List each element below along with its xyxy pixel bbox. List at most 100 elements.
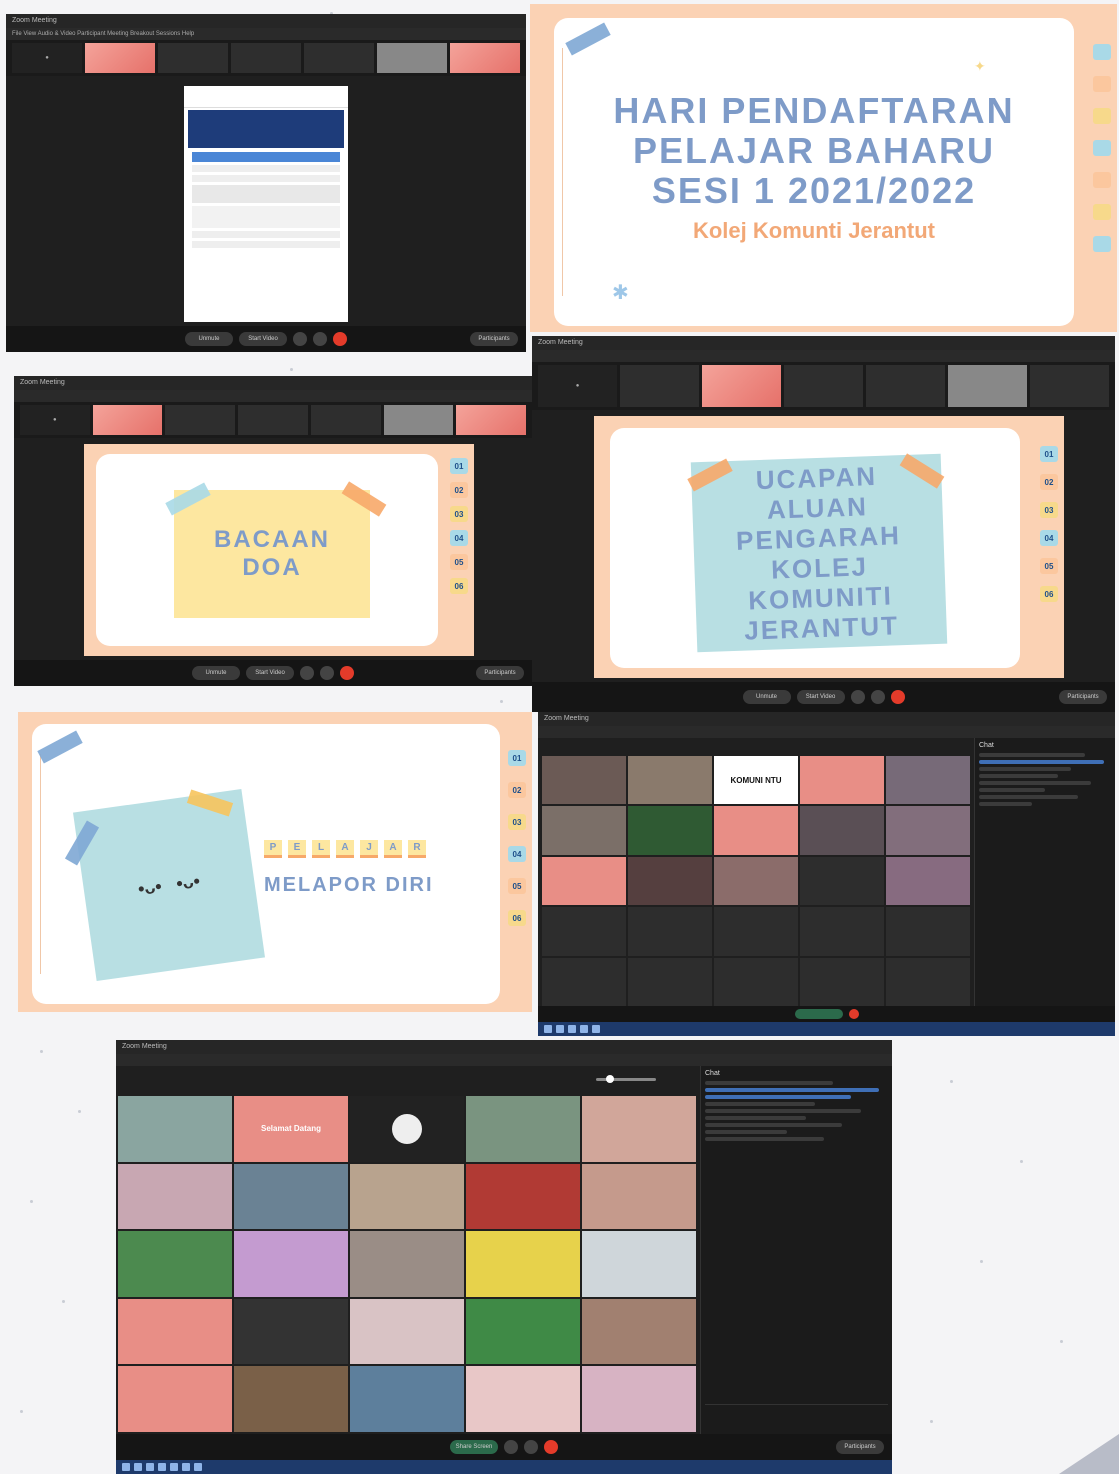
tab-01[interactable]: 01 — [1040, 446, 1058, 462]
participant-thumb[interactable] — [238, 405, 308, 435]
video-tile[interactable] — [350, 1163, 464, 1230]
participant-thumb[interactable] — [456, 405, 527, 435]
tab-03[interactable]: 03 — [1040, 502, 1058, 518]
video-tile[interactable] — [800, 806, 884, 855]
tab-02[interactable]: 02 — [508, 782, 526, 798]
app-icon[interactable] — [158, 1463, 166, 1471]
video-tile[interactable] — [234, 1231, 348, 1297]
tab-01[interactable]: 01 — [508, 750, 526, 766]
video-tile[interactable] — [118, 1366, 232, 1432]
video-tile[interactable]: KOMUNI NTU — [714, 756, 798, 805]
participant-thumb[interactable] — [158, 43, 228, 73]
participants-button[interactable]: Participants — [1059, 690, 1107, 704]
video-tile[interactable] — [582, 1231, 696, 1297]
app-icon[interactable] — [592, 1025, 600, 1033]
video-tile[interactable] — [714, 957, 798, 1006]
share-screen-button[interactable] — [794, 1009, 843, 1019]
more-icon[interactable] — [320, 666, 334, 680]
app-icon[interactable] — [568, 1025, 576, 1033]
video-tile[interactable] — [542, 806, 626, 855]
start-video-button[interactable]: Start Video — [796, 690, 845, 704]
video-tile[interactable] — [234, 1163, 348, 1230]
tab-04[interactable]: 04 — [450, 530, 468, 546]
participant-thumb[interactable] — [1030, 365, 1109, 407]
start-icon[interactable] — [122, 1463, 130, 1471]
app-icon[interactable] — [580, 1025, 588, 1033]
video-tile[interactable] — [350, 1096, 464, 1162]
tab-06[interactable]: 06 — [508, 910, 526, 926]
video-tile[interactable] — [118, 1096, 232, 1162]
tab-03[interactable]: 03 — [508, 814, 526, 830]
participant-thumb[interactable]: ● — [538, 365, 617, 407]
participant-thumb[interactable] — [620, 365, 699, 407]
participant-thumb[interactable] — [304, 43, 374, 73]
video-tile[interactable] — [234, 1366, 348, 1432]
end-call-icon[interactable] — [340, 666, 354, 680]
video-tile[interactable] — [466, 1163, 580, 1230]
tab-04[interactable]: 04 — [1040, 530, 1058, 546]
participant-thumb[interactable]: ● — [12, 43, 82, 73]
video-tile[interactable] — [886, 907, 970, 956]
tab-01[interactable]: 01 — [450, 458, 468, 474]
video-tile[interactable] — [466, 1298, 580, 1365]
video-tile[interactable] — [628, 957, 712, 1006]
chat-input[interactable] — [705, 1404, 888, 1428]
tab-04[interactable]: 04 — [508, 846, 526, 862]
unmute-button[interactable]: Unmute — [742, 690, 791, 704]
video-tile[interactable] — [542, 957, 626, 1006]
unmute-button[interactable]: Unmute — [185, 332, 233, 346]
tab-02[interactable]: 02 — [1040, 474, 1058, 490]
tab-06[interactable]: 06 — [450, 578, 468, 594]
gallery-size-slider[interactable] — [596, 1075, 656, 1083]
app-icon[interactable] — [170, 1463, 178, 1471]
participant-thumb[interactable] — [866, 365, 945, 407]
tab-06[interactable]: 06 — [1040, 586, 1058, 602]
video-tile[interactable] — [118, 1163, 232, 1230]
video-tile[interactable] — [582, 1298, 696, 1365]
participant-thumb[interactable] — [377, 43, 447, 73]
video-tile[interactable] — [466, 1231, 580, 1297]
reaction-icon[interactable] — [850, 690, 865, 704]
video-tile[interactable] — [350, 1231, 464, 1297]
participant-thumb[interactable] — [702, 365, 781, 407]
end-call-icon[interactable] — [333, 332, 347, 346]
unmute-button[interactable]: Unmute — [192, 666, 240, 680]
video-tile[interactable] — [800, 756, 884, 805]
tab-05[interactable]: 05 — [508, 878, 526, 894]
video-tile[interactable] — [628, 907, 712, 956]
app-icon[interactable] — [182, 1463, 190, 1471]
video-tile[interactable] — [886, 957, 970, 1006]
video-tile[interactable] — [628, 856, 712, 906]
video-tile[interactable] — [542, 756, 626, 805]
video-tile[interactable] — [466, 1096, 580, 1162]
video-tile[interactable] — [714, 907, 798, 956]
tab-02[interactable]: 02 — [450, 482, 468, 498]
app-icon[interactable] — [134, 1463, 142, 1471]
participants-button[interactable]: Participants — [476, 666, 524, 680]
video-tile[interactable] — [542, 856, 626, 906]
app-icon[interactable] — [146, 1463, 154, 1471]
end-call-icon[interactable] — [848, 1009, 859, 1019]
video-tile[interactable] — [886, 806, 970, 855]
video-tile[interactable] — [714, 856, 798, 906]
tab-03[interactable]: 03 — [450, 506, 468, 522]
participants-button[interactable]: Participants — [836, 1440, 884, 1454]
start-video-button[interactable]: Start Video — [239, 332, 287, 346]
video-tile[interactable] — [234, 1298, 348, 1365]
start-video-button[interactable]: Start Video — [246, 666, 294, 680]
video-tile[interactable] — [350, 1298, 464, 1365]
video-tile[interactable] — [800, 856, 884, 906]
more-icon[interactable] — [313, 332, 327, 346]
participant-thumb[interactable]: ● — [20, 405, 90, 435]
participant-thumb[interactable] — [450, 43, 520, 73]
tab-05[interactable]: 05 — [1040, 558, 1058, 574]
video-tile[interactable] — [714, 806, 798, 855]
video-tile[interactable] — [542, 907, 626, 956]
video-tile[interactable]: Selamat Datang — [234, 1096, 348, 1162]
video-tile[interactable] — [118, 1298, 232, 1365]
reaction-icon[interactable] — [300, 666, 314, 680]
reaction-icon[interactable] — [293, 332, 307, 346]
end-call-icon[interactable] — [890, 690, 905, 704]
video-tile[interactable] — [582, 1163, 696, 1230]
video-tile[interactable] — [350, 1366, 464, 1432]
